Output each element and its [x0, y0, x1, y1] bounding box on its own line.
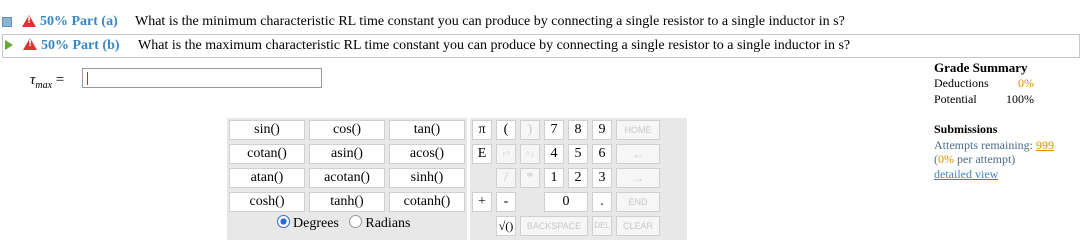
part-b-label[interactable]: 50% Part (b): [41, 35, 120, 57]
backspace-key[interactable]: BACKSPACE: [520, 216, 588, 236]
digit-1-key[interactable]: 1: [544, 168, 564, 188]
cotan-button[interactable]: cotan(): [229, 144, 305, 164]
part-b-row[interactable]: 50% Part (b) What is the maximum charact…: [2, 34, 1080, 58]
decimal-point-key[interactable]: .: [592, 192, 612, 212]
digit-0-key[interactable]: 0: [544, 192, 588, 212]
deductions-row: Deductions 0%: [934, 76, 1034, 91]
answer-input[interactable]: [82, 68, 322, 88]
right-paren-key[interactable]: ): [520, 120, 540, 140]
divide-key[interactable]: /: [496, 168, 516, 188]
sqrt-key[interactable]: √(): [496, 216, 516, 236]
attempts-remaining: Attempts remaining: 999: [934, 138, 1054, 152]
part-a-label[interactable]: 50% Part (a): [40, 12, 118, 32]
minus-key[interactable]: -: [496, 192, 516, 212]
detailed-view-link[interactable]: detailed view: [934, 167, 998, 181]
collapse-icon[interactable]: [2, 17, 12, 27]
angle-mode-group: Degrees Radians: [277, 215, 410, 233]
grade-summary-title: Grade Summary: [934, 60, 1028, 75]
digit-2-key[interactable]: 2: [568, 168, 588, 188]
cursor-right-arrow-icon[interactable]: →: [616, 168, 660, 188]
cursor-left-arrow-icon[interactable]: ←: [616, 144, 660, 164]
tan-button[interactable]: tan(): [389, 120, 465, 140]
acos-button[interactable]: acos(): [389, 144, 465, 164]
warning-icon: [23, 38, 37, 50]
digit-3-key[interactable]: 3: [592, 168, 612, 188]
answer-variable-label: τmax =: [30, 72, 65, 91]
submissions-title: Submissions: [934, 122, 998, 136]
superscript-key[interactable]: ↑^: [496, 144, 516, 164]
sin-button[interactable]: sin(): [229, 120, 305, 140]
digit-8-key[interactable]: 8: [568, 120, 588, 140]
pi-key[interactable]: π: [472, 120, 492, 140]
subscript-key[interactable]: ^↓: [520, 144, 540, 164]
cos-button[interactable]: cos(): [309, 120, 385, 140]
end-key[interactable]: END: [616, 192, 660, 212]
e-key[interactable]: E: [472, 144, 492, 164]
digit-9-key[interactable]: 9: [592, 120, 612, 140]
radio-empty-icon: [349, 215, 363, 228]
tanh-button[interactable]: tanh(): [309, 192, 385, 212]
function-panel: sin() cos() tan() cotan() asin() acos() …: [227, 118, 467, 240]
multiply-key[interactable]: *: [520, 168, 540, 188]
left-paren-key[interactable]: (: [496, 120, 516, 140]
asin-button[interactable]: asin(): [309, 144, 385, 164]
home-key[interactable]: HOME: [616, 120, 660, 140]
degrees-radio[interactable]: Degrees: [277, 215, 339, 231]
part-b-question: What is the maximum characteristic RL ti…: [138, 38, 851, 53]
potential-row: Potential 100%: [934, 92, 1034, 107]
warning-icon: [22, 15, 36, 27]
keypad: π ( ) 7 8 9 HOME E ↑^ ^↓ 4 5 6 ← / * 1 2…: [470, 118, 687, 240]
calculator: sin() cos() tan() cotan() asin() acos() …: [227, 118, 687, 240]
clear-key[interactable]: CLEAR: [616, 216, 660, 236]
radians-radio[interactable]: Radians: [349, 215, 410, 231]
sinh-button[interactable]: sinh(): [389, 168, 465, 188]
acotan-button[interactable]: acotan(): [309, 168, 385, 188]
cotanh-button[interactable]: cotanh(): [389, 192, 465, 212]
part-a-row[interactable]: 50% Part (a) What is the minimum charact…: [0, 12, 1083, 32]
deductions-value: 0%: [1018, 76, 1034, 90]
deductions-label: Deductions: [934, 76, 989, 90]
cosh-button[interactable]: cosh(): [229, 192, 305, 212]
per-attempt-deduction: (0% per attempt): [934, 152, 1016, 166]
digit-4-key[interactable]: 4: [544, 144, 564, 164]
plus-key[interactable]: +: [472, 192, 492, 212]
atan-button[interactable]: atan(): [229, 168, 305, 188]
delete-key[interactable]: DEL: [592, 216, 612, 236]
radio-selected-icon: [277, 215, 290, 228]
text-caret: [87, 72, 88, 85]
digit-6-key[interactable]: 6: [592, 144, 612, 164]
potential-label: Potential: [934, 92, 977, 106]
part-a-question: What is the minimum characteristic RL ti…: [135, 14, 845, 29]
expand-arrow-icon[interactable]: [5, 40, 13, 50]
digit-5-key[interactable]: 5: [568, 144, 588, 164]
attempts-value: 999: [1035, 138, 1054, 152]
potential-value: 100%: [1006, 92, 1034, 106]
digit-7-key[interactable]: 7: [544, 120, 564, 140]
